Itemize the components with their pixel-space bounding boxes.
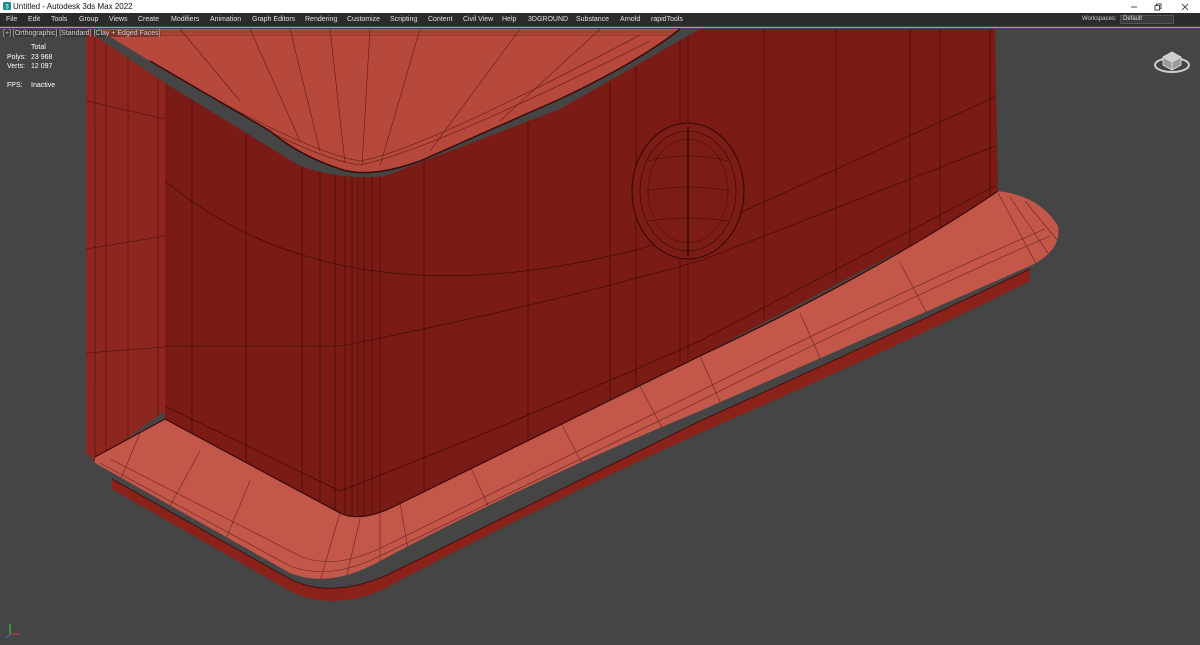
stats-verts-row: Verts: 12 097 <box>7 62 55 72</box>
menu-customize[interactable]: Customize <box>347 13 380 26</box>
menu-rapidtools[interactable]: rapidTools <box>651 13 683 26</box>
restore-icon <box>1154 3 1162 10</box>
menu-graph-editors[interactable]: Graph Editors <box>252 13 295 26</box>
menu-scripting[interactable]: Scripting <box>390 13 417 26</box>
menu-file[interactable]: File <box>6 13 17 26</box>
minimize-icon <box>1131 6 1137 7</box>
app-logo-icon: 3 <box>3 2 11 10</box>
menu-modifiers[interactable]: Modifiers <box>171 13 199 26</box>
title-bar: 3 Untitled - Autodesk 3ds Max 2022 <box>0 0 1200 13</box>
verts-label: Verts: <box>7 63 25 70</box>
menu-civil-view[interactable]: Civil View <box>463 13 493 26</box>
menu-substance[interactable]: Substance <box>576 13 609 26</box>
close-icon <box>1181 3 1189 10</box>
workspace-dropdown[interactable]: Default <box>1120 15 1174 24</box>
cabinet-wireframe-model[interactable] <box>0 28 1200 645</box>
viewcube-icon[interactable] <box>1153 43 1191 75</box>
polys-label: Polys: <box>7 53 27 61</box>
fps-label: FPS: <box>7 81 23 89</box>
menu-tools[interactable]: Tools <box>51 13 67 26</box>
workspaces-label: Workspaces: <box>1082 16 1117 22</box>
menu-rendering[interactable]: Rendering <box>305 13 337 26</box>
workspace-value: Default <box>1123 16 1143 22</box>
perspective-viewport[interactable]: [+] [Orthographic] [Standard] [Clay + Ed… <box>0 27 1200 645</box>
axis-tripod-icon <box>5 624 20 639</box>
polys-value: 23 968 <box>31 53 53 61</box>
verts-value: 12 097 <box>31 63 53 70</box>
stats-polys-row: Polys: 23 968 <box>7 53 55 63</box>
menu-help[interactable]: Help <box>502 13 516 26</box>
viewport-label[interactable]: [+] [Orthographic] [Standard] [Clay + Ed… <box>3 30 161 37</box>
close-button[interactable] <box>1174 0 1196 13</box>
menu-content[interactable]: Content <box>428 13 453 26</box>
window-title: Untitled - Autodesk 3ds Max 2022 <box>13 2 133 11</box>
viewport-statistics: Total Polys: 23 968 Verts: 12 097 FPS: Inac… <box>7 43 55 90</box>
menu-edit[interactable]: Edit <box>28 13 40 26</box>
stats-header: Total <box>31 44 46 51</box>
menu-3dground[interactable]: 3DGROUND <box>528 13 568 26</box>
menu-bar: File Edit Tools Group Views Create Modif… <box>0 13 1200 26</box>
menu-views[interactable]: Views <box>109 13 128 26</box>
restore-button[interactable] <box>1147 0 1169 13</box>
minimize-button[interactable] <box>1123 0 1145 13</box>
menu-group[interactable]: Group <box>79 13 98 26</box>
stats-fps-row: FPS: Inactive <box>7 81 55 91</box>
fps-value: Inactive <box>31 81 56 89</box>
menu-animation[interactable]: Animation <box>210 13 241 26</box>
menu-arnold[interactable]: Arnold <box>620 13 640 26</box>
menu-create[interactable]: Create <box>138 13 159 26</box>
